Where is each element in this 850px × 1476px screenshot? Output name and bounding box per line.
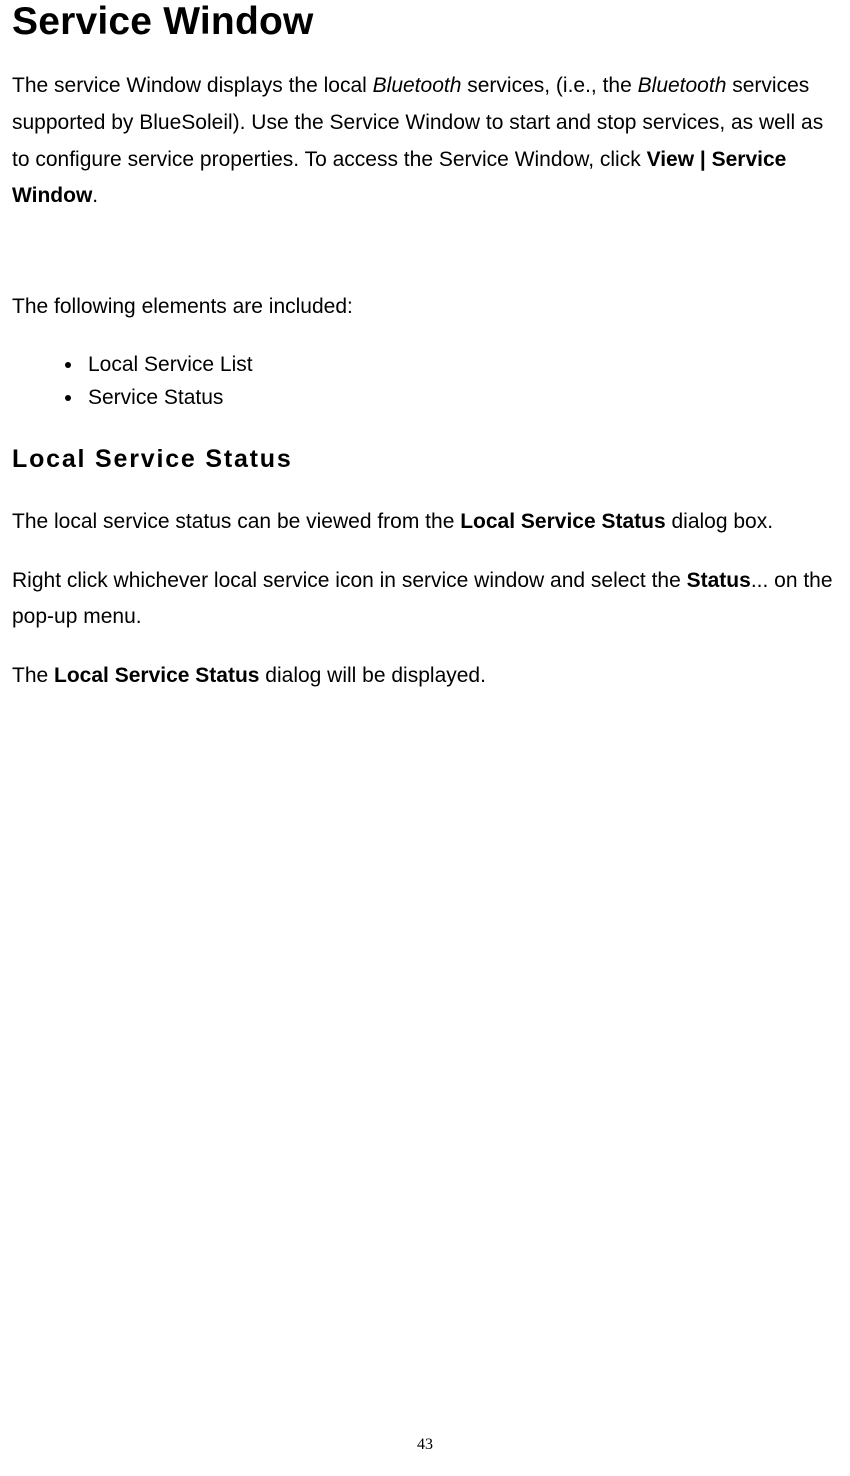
text-run: The service Window displays the local [12, 74, 373, 97]
body-paragraph: Right click whichever local service icon… [12, 563, 838, 637]
list-item: Service Status [84, 381, 838, 415]
bold-run: Local Service Status [54, 664, 259, 687]
text-run: services, (i.e., the [461, 74, 637, 97]
body-paragraph: The Local Service Status dialog will be … [12, 658, 838, 695]
text-run: The local service status can be viewed f… [12, 510, 460, 533]
page-title: Service Window [12, 0, 838, 44]
elements-list: Local Service List Service Status [12, 348, 838, 415]
italic-run: Bluetooth [373, 74, 462, 97]
text-run: dialog will be displayed. [259, 664, 485, 687]
text-run: Right click whichever local service icon… [12, 569, 687, 592]
body-paragraph: The local service status can be viewed f… [12, 504, 838, 541]
text-run: . [92, 184, 98, 207]
lead-paragraph: The following elements are included: [12, 289, 838, 326]
page-number: 43 [0, 1436, 850, 1454]
intro-paragraph: The service Window displays the local Bl… [12, 68, 838, 215]
section-heading: Local Service Status [12, 445, 838, 474]
bold-run: Status [687, 569, 751, 592]
text-run: dialog box. [666, 510, 773, 533]
blank-spacer [12, 237, 838, 289]
bold-run: Local Service Status [460, 510, 665, 533]
list-item: Local Service List [84, 348, 838, 382]
document-page: Service Window The service Window displa… [0, 0, 850, 1476]
text-run: The [12, 664, 54, 687]
italic-run: Bluetooth [638, 74, 727, 97]
